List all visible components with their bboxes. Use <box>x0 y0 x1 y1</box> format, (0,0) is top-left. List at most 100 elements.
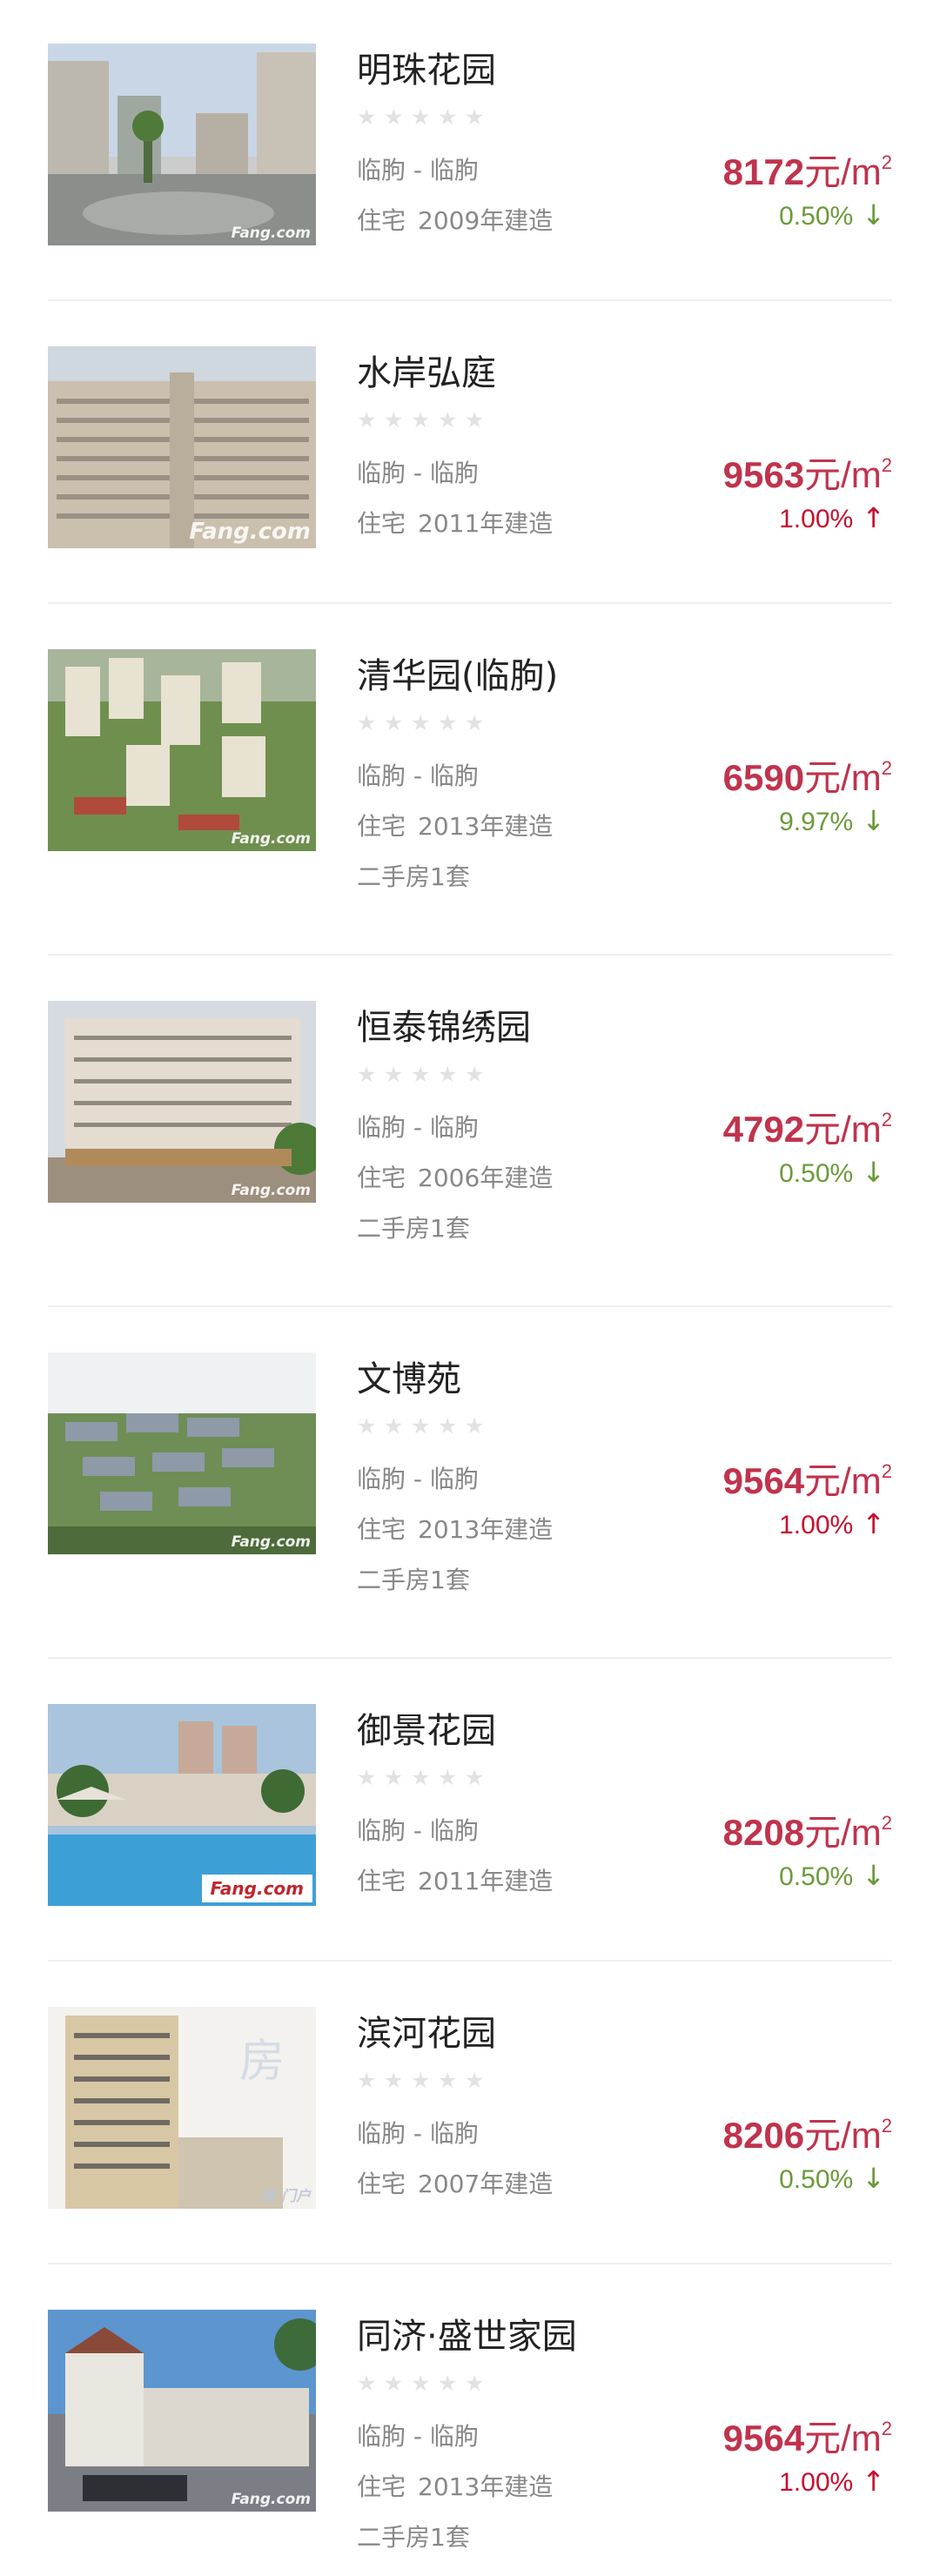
property-type: 住宅 <box>357 2170 406 2198</box>
change-percent: 1.00% <box>779 505 854 533</box>
star-icon: ★ <box>411 710 431 735</box>
star-icon: ★ <box>384 1413 404 1439</box>
property-type: 住宅 <box>357 509 406 538</box>
star-icon: ★ <box>465 2068 485 2093</box>
price-value: 9563 <box>722 454 805 495</box>
price-unit: 元/m <box>804 151 882 192</box>
price: 8208元/m2 <box>723 1803 892 1856</box>
property-type: 住宅 <box>357 206 406 235</box>
star-icon: ★ <box>465 104 485 130</box>
price-unit-sup: 2 <box>881 151 892 173</box>
change-percent: 0.50% <box>779 1862 854 1891</box>
price-change: 1.00% ↑ <box>779 501 885 534</box>
build-year: 2013年建造 <box>418 1515 554 1544</box>
property-type: 住宅 <box>357 812 406 841</box>
list-item[interactable]: Fang.com 御景花园 ★ ★ ★ ★ ★ 临朐 - 临朐 住宅 2011年建造 82… <box>48 1704 892 1962</box>
list-item[interactable]: 房 房 门户 滨河花园 ★ ★ ★ ★ ★ 临朐 - 临朐 住宅 2007年建造 8206… <box>48 2007 892 2264</box>
watermark-logo: Fang.com <box>231 2491 311 2508</box>
star-icon: ★ <box>384 1765 404 1790</box>
second-hand-count[interactable]: 二手房1套 <box>357 858 470 893</box>
price: 9563元/m2 <box>723 446 892 499</box>
price: 4792元/m2 <box>723 1100 892 1153</box>
list-item[interactable]: Fang.com 明珠花园 ★ ★ ★ ★ ★ 临朐 - 临朐 住宅 2009年建造 81… <box>48 44 892 301</box>
price-unit: 元/m <box>804 1460 882 1501</box>
star-icon: ★ <box>411 2068 431 2093</box>
list-item[interactable]: Fang.com 恒泰锦绣园 ★ ★ ★ ★ ★ 临朐 - 临朐 住宅 2006年建造 二… <box>48 1001 892 1307</box>
star-icon: ★ <box>411 1765 431 1790</box>
star-icon: ★ <box>357 1765 377 1790</box>
watermark-logo: Fang.com <box>231 1182 311 1199</box>
community-name[interactable]: 清华园(临朐) <box>357 647 558 698</box>
property-info: 住宅 2013年建造 <box>357 1511 553 1546</box>
community-photo: Fang.com <box>48 346 316 548</box>
arrow-down-icon: ↓ <box>862 2162 885 2195</box>
star-icon: ★ <box>411 1413 431 1439</box>
star-icon: ★ <box>465 1765 485 1790</box>
community-name[interactable]: 同济·盛世家园 <box>357 2308 577 2358</box>
star-icon: ★ <box>411 104 431 130</box>
community-name[interactable]: 文博苑 <box>357 1351 461 1401</box>
star-icon: ★ <box>465 1413 485 1439</box>
star-icon: ★ <box>465 407 485 433</box>
star-icon: ★ <box>465 2371 485 2396</box>
second-hand-count[interactable]: 二手房1套 <box>357 1210 470 1244</box>
change-percent: 0.50% <box>779 2165 854 2194</box>
price-change: 9.97% ↓ <box>779 804 885 837</box>
community-photo: Fang.com <box>48 649 316 851</box>
district-label: 临朐 - 临朐 <box>357 2119 479 2148</box>
star-icon: ★ <box>384 2371 404 2396</box>
arrow-down-icon: ↓ <box>862 198 885 231</box>
community-name[interactable]: 滨河花园 <box>357 2005 496 2056</box>
community-photo: Fang.com <box>48 1001 316 1203</box>
rating-stars: ★ ★ ★ ★ ★ <box>357 106 487 129</box>
watermark-logo: Fang.com <box>231 1533 311 1551</box>
star-icon: ★ <box>438 1413 458 1439</box>
star-icon: ★ <box>357 1062 377 1087</box>
price-unit: 元/m <box>804 454 882 495</box>
property-info: 住宅 2006年建造 <box>357 1159 553 1194</box>
rating-stars: ★ ★ ★ ★ ★ <box>357 2070 487 2092</box>
price-unit-sup: 2 <box>881 2418 892 2439</box>
rating-stars: ★ ★ ★ ★ ★ <box>357 1063 487 1086</box>
price-change: 0.50% ↓ <box>779 198 885 231</box>
price-unit-sup: 2 <box>881 454 892 476</box>
community-name[interactable]: 恒泰锦绣园 <box>357 999 531 1050</box>
property-type: 住宅 <box>357 1515 406 1544</box>
svg-text:房: 房 <box>239 2036 285 2088</box>
price-unit-sup: 2 <box>881 2115 892 2137</box>
watermark-logo: Fang.com <box>231 225 311 242</box>
price-unit: 元/m <box>804 1812 882 1853</box>
community-name[interactable]: 御景花园 <box>357 1702 496 1753</box>
price-unit-sup: 2 <box>881 1109 892 1130</box>
price-value: 6590 <box>722 757 805 798</box>
price: 9564元/m2 <box>723 2409 892 2462</box>
list-item[interactable]: Fang.com 文博苑 ★ ★ ★ ★ ★ 临朐 - 临朐 住宅 2013年建造 二手房… <box>48 1352 892 1659</box>
rating-stars: ★ ★ ★ ★ ★ <box>357 2372 487 2395</box>
second-hand-count[interactable]: 二手房1套 <box>357 1561 470 1596</box>
price: 8172元/m2 <box>723 143 892 196</box>
list-item[interactable]: Fang.com 同济·盛世家园 ★ ★ ★ ★ ★ 临朐 - 临朐 住宅 2013年建造… <box>48 2310 892 2576</box>
list-item[interactable]: Fang.com 清华园(临朐) ★ ★ ★ ★ ★ 临朐 - 临朐 住宅 2013年建造… <box>48 649 892 956</box>
price-unit: 元/m <box>804 2115 882 2156</box>
arrow-up-icon: ↑ <box>862 501 885 534</box>
price-unit-sup: 2 <box>881 1812 892 1834</box>
build-year: 2009年建造 <box>418 206 554 235</box>
list-item[interactable]: Fang.com 水岸弘庭 ★ ★ ★ ★ ★ 临朐 - 临朐 住宅 2011年建造 95… <box>48 346 892 604</box>
star-icon: ★ <box>384 2068 404 2093</box>
price-unit: 元/m <box>804 1109 882 1150</box>
second-hand-count[interactable]: 二手房1套 <box>357 2519 470 2553</box>
community-name[interactable]: 水岸弘庭 <box>357 345 496 395</box>
star-icon: ★ <box>438 1062 458 1087</box>
star-icon: ★ <box>438 2371 458 2396</box>
property-type: 住宅 <box>357 1867 406 1895</box>
community-name[interactable]: 明珠花园 <box>357 42 496 92</box>
star-icon: ★ <box>411 2371 431 2396</box>
district-label: 临朐 - 临朐 <box>357 459 479 487</box>
star-icon: ★ <box>411 1062 431 1087</box>
star-icon: ★ <box>465 1062 485 1087</box>
property-info: 住宅 2009年建造 <box>357 202 553 237</box>
price-value: 9564 <box>722 1460 805 1501</box>
star-icon: ★ <box>384 407 404 433</box>
change-percent: 1.00% <box>779 1511 854 1540</box>
arrow-up-icon: ↑ <box>862 1507 885 1540</box>
